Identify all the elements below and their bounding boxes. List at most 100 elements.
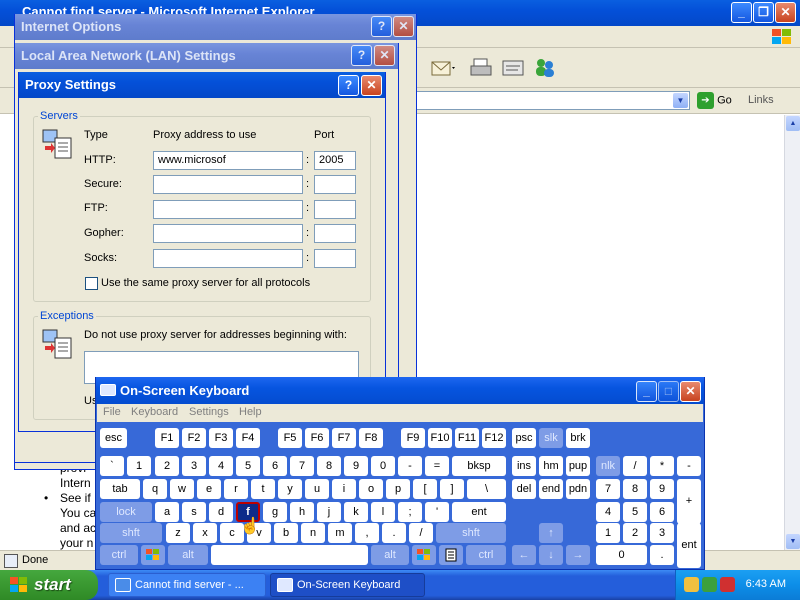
key-h[interactable]: h xyxy=(290,502,314,522)
key-numpad-6[interactable]: 6 xyxy=(650,502,674,522)
key-left-bracket[interactable]: [ xyxy=(413,479,437,499)
key-b[interactable]: b xyxy=(274,523,298,543)
task-osk[interactable]: On-Screen Keyboard xyxy=(270,573,425,597)
key-5[interactable]: 5 xyxy=(236,456,260,476)
key-2[interactable]: 2 xyxy=(155,456,179,476)
edit-icon[interactable] xyxy=(500,56,526,80)
key-g[interactable]: g xyxy=(263,502,287,522)
key-numpad-7[interactable]: 7 xyxy=(596,479,620,499)
key-tab[interactable]: tab xyxy=(100,479,140,499)
close-button[interactable]: ✕ xyxy=(374,45,395,66)
key-e[interactable]: e xyxy=(197,479,221,499)
key-n[interactable]: n xyxy=(301,523,325,543)
help-button[interactable]: ? xyxy=(351,45,372,66)
key-ins[interactable]: ins xyxy=(512,456,536,476)
key-f9[interactable]: F9 xyxy=(401,428,425,448)
key-home[interactable]: hm xyxy=(539,456,563,476)
key-1[interactable]: 1 xyxy=(127,456,151,476)
key-backspace[interactable]: bksp xyxy=(452,456,506,476)
key-numpad-enter[interactable]: ent xyxy=(677,523,701,568)
key-f8[interactable]: F8 xyxy=(359,428,383,448)
key-s[interactable]: s xyxy=(182,502,206,522)
key-f1[interactable]: F1 xyxy=(155,428,179,448)
key-r[interactable]: r xyxy=(224,479,248,499)
ie-close-button[interactable]: ✕ xyxy=(775,2,796,23)
key-numpad-0[interactable]: 0 xyxy=(596,545,647,565)
gopher-port-input[interactable] xyxy=(314,224,356,243)
key-brk[interactable]: brk xyxy=(566,428,590,448)
help-button[interactable]: ? xyxy=(371,16,392,37)
key-3[interactable]: 3 xyxy=(182,456,206,476)
key-f4[interactable]: F4 xyxy=(236,428,260,448)
key-arrow-left[interactable]: ← xyxy=(512,545,536,565)
key-right-ctrl[interactable]: ctrl xyxy=(466,545,506,565)
key-psc[interactable]: psc xyxy=(512,428,536,448)
key-numpad-subtract[interactable]: - xyxy=(677,456,701,476)
gopher-address-input[interactable] xyxy=(153,224,303,243)
security-shield-icon[interactable] xyxy=(720,577,735,592)
same-proxy-checkbox[interactable] xyxy=(85,277,98,290)
key-a[interactable]: a xyxy=(155,502,179,522)
key-7[interactable]: 7 xyxy=(290,456,314,476)
key-q[interactable]: q xyxy=(143,479,167,499)
key-m[interactable]: m xyxy=(328,523,352,543)
key-del[interactable]: del xyxy=(512,479,536,499)
task-ie[interactable]: Cannot find server - ... xyxy=(108,573,266,597)
osk-minimize-button[interactable]: _ xyxy=(636,381,657,402)
key-k[interactable]: k xyxy=(344,502,368,522)
key-left-windows[interactable] xyxy=(141,545,165,565)
key-t[interactable]: t xyxy=(251,479,275,499)
http-port-input[interactable]: 2005 xyxy=(314,151,356,170)
key-enter[interactable]: ent xyxy=(452,502,506,522)
key-u[interactable]: u xyxy=(305,479,329,499)
messenger-icon[interactable] xyxy=(532,56,558,80)
key-6[interactable]: 6 xyxy=(263,456,287,476)
key-esc[interactable]: esc xyxy=(100,428,127,448)
close-button[interactable]: ✕ xyxy=(361,75,382,96)
key-capslock[interactable]: lock xyxy=(100,502,152,522)
key-numpad-decimal[interactable]: . xyxy=(650,545,674,565)
key-f6[interactable]: F6 xyxy=(305,428,329,448)
key-right-alt[interactable]: alt xyxy=(371,545,409,565)
key-space[interactable] xyxy=(211,545,368,565)
scroll-up-icon[interactable]: ▲ xyxy=(786,116,800,131)
internet-options-title-bar[interactable]: Internet Options xyxy=(15,14,416,40)
key-arrow-right[interactable]: → xyxy=(566,545,590,565)
mail-icon[interactable] xyxy=(430,56,456,80)
key-numpad-1[interactable]: 1 xyxy=(596,523,620,543)
menu-settings[interactable]: Settings xyxy=(189,406,229,418)
accessibility-icon[interactable] xyxy=(684,577,699,592)
key-left-shift[interactable]: shft xyxy=(100,523,162,543)
key-pageup[interactable]: pup xyxy=(566,456,590,476)
key-numpad-multiply[interactable]: * xyxy=(650,456,674,476)
key-comma[interactable]: , xyxy=(355,523,379,543)
help-button[interactable]: ? xyxy=(338,75,359,96)
key-slk[interactable]: slk xyxy=(539,428,563,448)
key-numpad-add[interactable]: + xyxy=(677,479,701,524)
menu-help[interactable]: Help xyxy=(239,406,262,418)
key-f10[interactable]: F10 xyxy=(428,428,452,448)
key-left-ctrl[interactable]: ctrl xyxy=(100,545,138,565)
secure-address-input[interactable] xyxy=(153,175,303,194)
key-9[interactable]: 9 xyxy=(344,456,368,476)
start-button[interactable]: start xyxy=(0,570,98,600)
key-0[interactable]: 0 xyxy=(371,456,395,476)
secure-port-input[interactable] xyxy=(314,175,356,194)
menu-file[interactable]: File xyxy=(103,406,121,418)
close-button[interactable]: ✕ xyxy=(393,16,414,37)
key-backslash[interactable]: \ xyxy=(467,479,506,499)
key-p[interactable]: p xyxy=(386,479,410,499)
key-right-windows[interactable] xyxy=(412,545,436,565)
key-period[interactable]: . xyxy=(382,523,406,543)
scroll-down-icon[interactable]: ▼ xyxy=(786,534,800,549)
ie-minimize-button[interactable]: _ xyxy=(731,2,752,23)
key-d[interactable]: d xyxy=(209,502,233,522)
ie-restore-button[interactable]: ❐ xyxy=(753,2,774,23)
http-address-input[interactable]: www.microsof xyxy=(153,151,303,170)
ftp-port-input[interactable] xyxy=(314,200,356,219)
key-pagedown[interactable]: pdn xyxy=(566,479,590,499)
key-arrow-up[interactable]: ↑ xyxy=(539,523,563,543)
key-numpad-8[interactable]: 8 xyxy=(623,479,647,499)
key-w[interactable]: w xyxy=(170,479,194,499)
key-quote[interactable]: ' xyxy=(425,502,449,522)
